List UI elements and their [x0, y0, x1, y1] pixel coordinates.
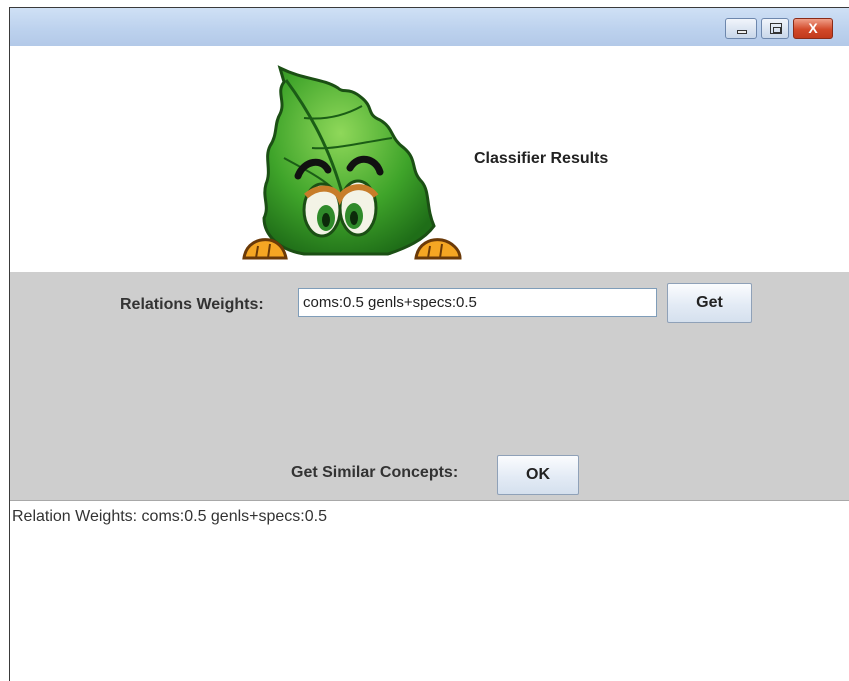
header-panel: Classifier Results [10, 46, 849, 272]
controls-panel: Relations Weights: Get Get Similar Conce… [10, 272, 849, 501]
close-button[interactable]: X [793, 18, 833, 39]
output-text: Relation Weights: coms:0.5 genls+specs:0… [12, 508, 327, 525]
relations-weights-input[interactable] [298, 288, 657, 317]
get-button[interactable]: Get [667, 283, 752, 323]
minimize-button[interactable] [725, 18, 757, 39]
maximize-icon [770, 23, 782, 34]
ok-button[interactable]: OK [497, 455, 579, 495]
close-icon: X [808, 20, 818, 36]
app-window: X Classifier Results Relations Weights: … [9, 7, 849, 681]
similar-concepts-label: Get Similar Concepts: [291, 464, 459, 481]
minimize-icon [737, 30, 747, 34]
maximize-button[interactable] [761, 18, 789, 39]
page-title: Classifier Results [474, 150, 609, 167]
leaf-mascot-icon [242, 65, 462, 260]
title-bar[interactable]: X [10, 8, 849, 46]
output-area[interactable]: Relation Weights: coms:0.5 genls+specs:0… [10, 501, 849, 681]
relations-weights-label: Relations Weights: [120, 296, 264, 313]
